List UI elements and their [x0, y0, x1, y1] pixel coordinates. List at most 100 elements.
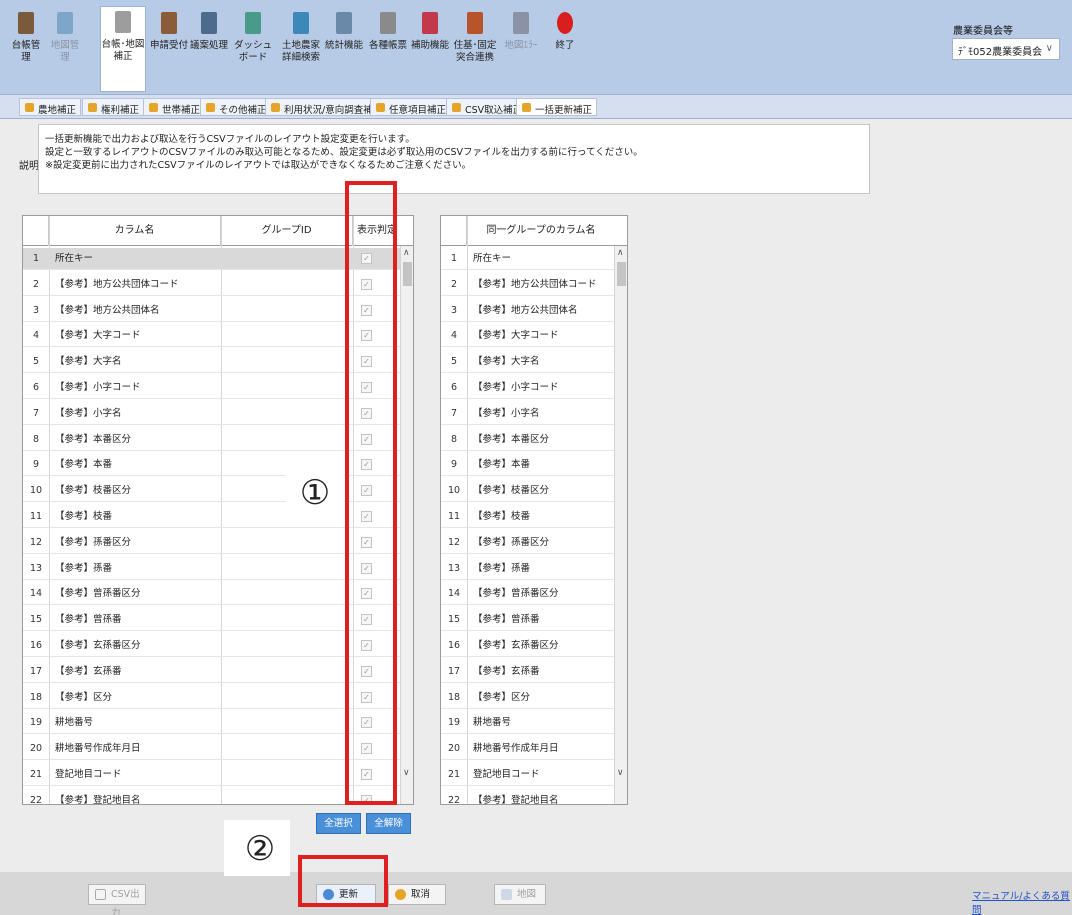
- list-item: 21 登記地目コード: [441, 764, 614, 786]
- subtab-8[interactable]: 一括更新補正: [516, 98, 598, 116]
- scroll-up-icon[interactable]: ∧: [617, 248, 624, 258]
- row-number: 5: [32, 356, 40, 368]
- description-line-2: 設定と一致するレイアウトのCSVファイルのみ取込可能となるため、設定変更は必ず取…: [45, 147, 643, 158]
- tool-1[interactable]: 台帳管理: [10, 8, 42, 92]
- list-item: 19 耕地番号: [441, 712, 614, 735]
- folder-icon: [452, 103, 461, 112]
- tool-label: 補助機能: [410, 40, 449, 51]
- manual-faq-link[interactable]: マニュアル/よくある質問: [972, 888, 1072, 915]
- column-name-cell: 【参考】大字コード: [55, 330, 141, 342]
- scroll-down-icon[interactable]: ∨: [403, 768, 410, 778]
- table-row[interactable]: 3 【参考】地方公共団体名 ✓: [23, 300, 400, 322]
- list-item: 12 【参考】孫番区分: [441, 532, 614, 554]
- tool-12[interactable]: 地図ｴﾗｰ: [500, 8, 542, 92]
- row-number: 3: [450, 304, 458, 316]
- gavel-icon: [198, 8, 220, 36]
- subtab-3[interactable]: 世帯補正: [143, 98, 206, 116]
- table-row[interactable]: 6 【参考】小字コード ✓: [23, 377, 400, 399]
- cancel-button[interactable]: 取消: [388, 884, 446, 905]
- clear-all-button[interactable]: 全解除: [366, 813, 411, 834]
- same-group-header: 同一グループのカラム名: [441, 216, 627, 246]
- group-select-value: ﾃﾞﾓ052農業委員会: [958, 47, 1043, 58]
- tool-label: 土地農家 詳細検索: [281, 40, 320, 63]
- subtab-6[interactable]: 任意項目補正: [370, 98, 452, 116]
- row-number: 4: [450, 330, 458, 342]
- left-table-scrollbar[interactable]: ∧ ∨: [400, 246, 413, 804]
- tool-11[interactable]: 住基･固定 突合連携: [452, 8, 498, 92]
- same-group-column-cell: 登記地目コード: [473, 769, 540, 780]
- row-number: 15: [29, 614, 43, 626]
- subtab-5[interactable]: 利用状況/意向調査補正: [265, 98, 388, 116]
- table-row[interactable]: 4 【参考】大字コード ✓: [23, 325, 400, 348]
- table-row[interactable]: 12 【参考】孫番区分 ✓: [23, 532, 400, 554]
- table-row[interactable]: 7 【参考】小字名 ✓: [23, 403, 400, 425]
- column-name-cell: 【参考】本番: [55, 459, 113, 471]
- same-group-column-cell: 【参考】大字名: [473, 356, 540, 368]
- table-row[interactable]: 2 【参考】地方公共団体コード ✓: [23, 274, 400, 296]
- scroll-up-icon[interactable]: ∧: [403, 248, 410, 258]
- subtab-1[interactable]: 農地補正: [19, 98, 82, 116]
- tool-label: 住基･固定 突合連携: [453, 40, 497, 63]
- map-button[interactable]: 地図: [494, 884, 546, 905]
- same-group-column-cell: 所在キー: [473, 253, 512, 264]
- table-row[interactable]: 20 耕地番号作成年月日 ✓: [23, 738, 400, 761]
- row-number: 17: [29, 665, 43, 677]
- row-number: 5: [450, 356, 458, 368]
- scroll-thumb[interactable]: [403, 262, 412, 286]
- table-row[interactable]: 18 【参考】区分 ✓: [23, 687, 400, 709]
- table-row[interactable]: 13 【参考】孫番 ✓: [23, 558, 400, 580]
- same-group-column-cell: 【参考】大字コード: [473, 330, 559, 342]
- list-item: 5 【参考】大字名: [441, 351, 614, 374]
- subtab-4[interactable]: その他補正: [200, 98, 272, 116]
- tool-13[interactable]: 終了: [548, 8, 582, 92]
- column-name-cell: 登記地目コード: [55, 769, 122, 780]
- annotation-box-update: [298, 855, 388, 907]
- list-item: 11 【参考】枝番: [441, 506, 614, 528]
- list-item: 1 所在キー: [441, 248, 614, 270]
- group-select[interactable]: ﾃﾞﾓ052農業委員会 ∨: [952, 38, 1060, 60]
- link-doc-icon: [464, 8, 486, 36]
- right-table-scrollbar[interactable]: ∧ ∨: [614, 246, 627, 804]
- row-number: 1: [32, 253, 40, 264]
- table-row[interactable]: 14 【参考】曾孫番区分 ✓: [23, 583, 400, 606]
- list-item: 6 【参考】小字コード: [441, 377, 614, 399]
- subtab-7[interactable]: CSV取込補正: [446, 98, 528, 116]
- folder-icon: [25, 103, 34, 112]
- sub-tab-bar: 農地補正 権利補正 世帯補正 その他補正 利用状況/意向調査補正 任意項目補正 CSV取込補…: [0, 94, 1072, 119]
- column-name-cell: 【参考】登記地目名: [55, 794, 141, 805]
- select-all-button[interactable]: 全選択: [316, 813, 361, 834]
- tool-8[interactable]: 統計機能: [324, 8, 364, 92]
- tool-label: 各種帳票: [368, 40, 407, 51]
- same-group-column-cell: 【参考】本番: [473, 459, 531, 471]
- table-row[interactable]: 15 【参考】曾孫番 ✓: [23, 609, 400, 632]
- list-item: 9 【参考】本番: [441, 454, 614, 477]
- row-number: 18: [447, 691, 461, 703]
- subtab-2[interactable]: 権利補正: [82, 98, 145, 116]
- scroll-down-icon[interactable]: ∨: [617, 768, 624, 778]
- tool-9[interactable]: 各種帳票: [368, 8, 408, 92]
- tool-6[interactable]: ダッシュ ボード: [232, 8, 274, 92]
- header-no: [23, 216, 49, 246]
- table-row[interactable]: 17 【参考】玄孫番 ✓: [23, 661, 400, 683]
- same-group-column-cell: 【参考】玄孫番区分: [473, 640, 559, 651]
- table-row[interactable]: 21 登記地目コード ✓: [23, 764, 400, 786]
- list-item: 10 【参考】枝番区分: [441, 480, 614, 503]
- table-row[interactable]: 8 【参考】本番区分 ✓: [23, 429, 400, 451]
- scroll-thumb[interactable]: [617, 262, 626, 286]
- list-item: 20 耕地番号作成年月日: [441, 738, 614, 761]
- tool-2[interactable]: 地図管理: [48, 8, 82, 92]
- csv-output-button[interactable]: CSV出力: [88, 884, 146, 915]
- list-item: 14 【参考】曾孫番区分: [441, 583, 614, 606]
- table-row[interactable]: 16 【参考】玄孫番区分 ✓: [23, 635, 400, 657]
- tool-5[interactable]: 議案処理: [190, 8, 228, 92]
- subtab-label: 農地補正: [38, 105, 77, 116]
- table-row[interactable]: 22 【参考】登記地目名 ✓: [23, 790, 400, 805]
- tool-3[interactable]: 台帳･地図 補正: [100, 6, 146, 92]
- table-row[interactable]: 19 耕地番号 ✓: [23, 712, 400, 735]
- tool-label: 台帳･地図 補正: [101, 39, 145, 62]
- tool-10[interactable]: 補助機能: [410, 8, 450, 92]
- tool-4[interactable]: 申請受付: [150, 8, 188, 92]
- table-row[interactable]: 1 所在キー ✓: [23, 248, 400, 270]
- table-row[interactable]: 5 【参考】大字名 ✓: [23, 351, 400, 374]
- tool-7[interactable]: 土地農家 詳細検索: [280, 8, 322, 92]
